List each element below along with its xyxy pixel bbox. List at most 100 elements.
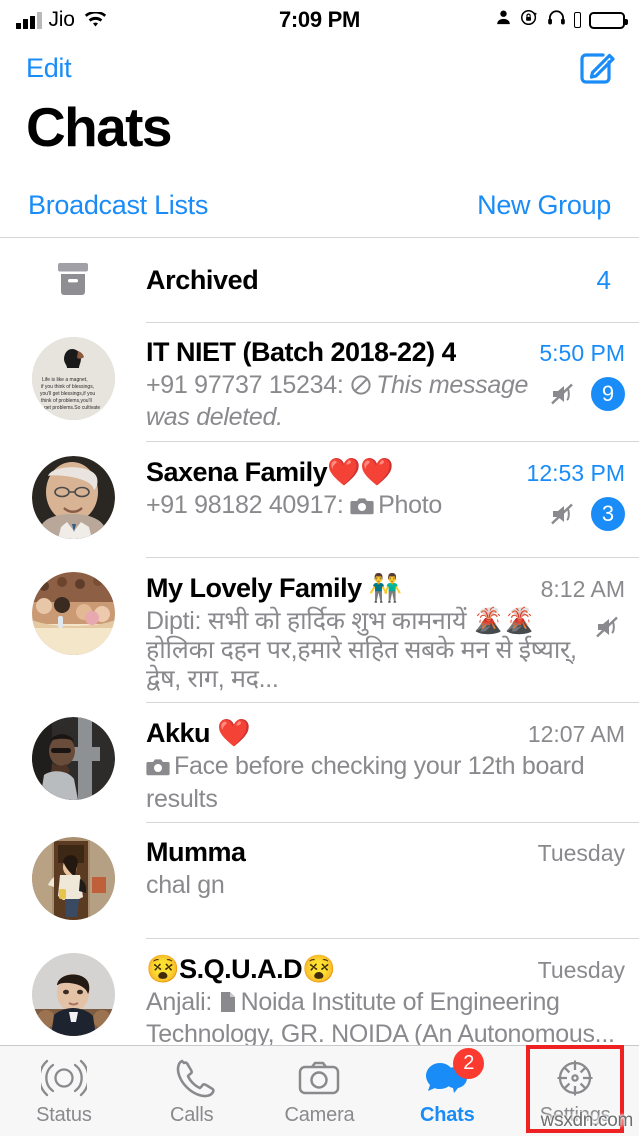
chat-timestamp: 5:50 PM <box>539 340 625 366</box>
chat-list[interactable]: Archived 4 Life is like a magnet, if you… <box>0 238 639 1045</box>
chat-timestamp: 12:07 AM <box>527 721 625 748</box>
chat-preview: chal gn <box>146 870 225 899</box>
chat-title-row: Akku ❤️ 12:07 AM <box>146 717 625 749</box>
svg-text:think of problems,you'll: think of problems,you'll <box>41 398 92 404</box>
chat-timestamp: Tuesday <box>537 839 625 866</box>
status-bar-left: Jio <box>16 8 107 32</box>
chat-title-row: Mumma Tuesday <box>146 837 625 868</box>
chat-list-item[interactable]: Akku ❤️ 12:07 AM Face before checking yo… <box>0 703 639 822</box>
chat-preview-row: +91 97737 15234: This message was delete… <box>146 371 625 433</box>
watermark: wsxdn.com <box>540 1110 634 1131</box>
chat-content: 😵S.Q.U.A.D😵 Tuesday Anjali: Noida Instit… <box>146 939 639 1045</box>
preview-sender: +91 97737 15234: <box>146 371 344 399</box>
chat-title: 😵S.Q.U.A.D😵 <box>146 953 336 984</box>
chat-title: Akku ❤️ <box>146 718 251 749</box>
page-title-area: Chats <box>0 96 639 174</box>
avatar <box>31 952 115 1036</box>
avatar <box>31 455 115 539</box>
chat-timestamp: 12:53 PM <box>526 459 625 486</box>
archived-label: Archived <box>146 264 259 295</box>
chat-list-item[interactable]: Mumma Tuesday chal gn <box>0 822 639 938</box>
rotation-lock-icon <box>520 9 539 31</box>
chats-tab-badge: 2 <box>453 1048 485 1079</box>
tab-status[interactable]: Status <box>0 1046 128 1136</box>
tab-camera[interactable]: Camera <box>256 1046 384 1136</box>
chat-title: Mumma <box>146 836 246 867</box>
mute-icon <box>550 502 580 526</box>
carrier-label: Jio <box>48 8 75 31</box>
chat-content: Mumma Tuesday chal gn <box>146 823 639 913</box>
edit-button[interactable]: Edit <box>26 53 72 84</box>
preview-sender: +91 98182 40917: <box>146 490 344 519</box>
svg-text:if you think of blessings,: if you think of blessings, <box>41 384 94 390</box>
chat-title-row: IT NIET (Batch 2018-22) 4 5:50 PM <box>146 337 625 368</box>
unread-badge: 9 <box>591 377 625 411</box>
avatar-container <box>0 823 146 920</box>
preview-text: Noida Institute of Engineering Technolog… <box>146 987 615 1045</box>
avatar-container <box>0 703 146 801</box>
avatar-container <box>0 558 146 655</box>
chat-content: Akku ❤️ 12:07 AM Face before checking yo… <box>146 703 639 822</box>
archived-row[interactable]: Archived 4 <box>0 238 639 322</box>
chat-title: My Lovely Family 👬 <box>146 572 402 603</box>
archived-body: Archived 4 <box>146 265 639 296</box>
preview-text: Face before checking your 12th board res… <box>146 752 585 813</box>
preview-text: Photo <box>378 490 442 519</box>
chat-content: Saxena Family❤️❤️ 12:53 PM +91 98182 409… <box>146 442 639 539</box>
chat-preview: +91 97737 15234: This message was delete… <box>146 371 550 433</box>
headphone-battery-icon <box>574 12 581 28</box>
chat-title-row: My Lovely Family 👬 8:12 AM <box>146 572 625 604</box>
chat-title: IT NIET (Batch 2018-22) 4 <box>146 337 457 367</box>
nav-bar: Edit <box>0 40 639 96</box>
signal-bars-icon <box>16 12 42 29</box>
avatar-container <box>0 939 146 1036</box>
svg-text:you'll get blessings,if you: you'll get blessings,if you <box>40 391 95 397</box>
blocked-circle-icon <box>350 374 372 403</box>
avatar <box>31 571 115 655</box>
svg-text:get problems.So cultivate: get problems.So cultivate <box>44 405 100 411</box>
preview-sender: Anjali: <box>146 987 212 1016</box>
avatar <box>31 836 115 920</box>
chat-meta <box>595 607 625 641</box>
wifi-icon <box>84 10 107 29</box>
chat-content: IT NIET (Batch 2018-22) 4 5:50 PM +91 97… <box>146 323 639 441</box>
chat-preview-row: chal gn <box>146 871 625 905</box>
tab-calls[interactable]: Calls <box>128 1046 256 1136</box>
chat-preview-row: +91 98182 40917: Photo 3 <box>146 491 625 531</box>
whatsapp-chats-screen: Jio 7:09 PM Edit Chats Broadcast Lists N… <box>0 0 639 1136</box>
page-title: Chats <box>26 96 172 158</box>
preview-text: सभी को हार्दिक शुभ कामनायें 🌋🌋होलिका दहन… <box>146 606 577 694</box>
chat-preview-row: Dipti: सभी को हार्दिक शुभ कामनायें 🌋🌋होल… <box>146 607 625 695</box>
chat-preview: +91 98182 40917: Photo <box>146 491 550 523</box>
gear-icon <box>552 1055 598 1101</box>
new-group-button[interactable]: New Group <box>477 190 611 221</box>
headphones-icon <box>547 9 566 31</box>
chat-meta: 9 <box>550 371 625 411</box>
tab-label: Camera <box>284 1104 355 1126</box>
unread-badge: 3 <box>591 496 625 531</box>
avatar-container: Life is like a magnet, if you think of b… <box>0 323 146 420</box>
person-icon <box>495 9 512 31</box>
tab-label: Chats <box>420 1104 475 1126</box>
broadcast-lists-button[interactable]: Broadcast Lists <box>28 190 208 221</box>
chat-title-row: Saxena Family❤️❤️ 12:53 PM <box>146 456 625 488</box>
chat-list-item[interactable]: Life is like a magnet, if you think of b… <box>0 323 639 441</box>
chat-preview: Anjali: Noida Institute of Engineering T… <box>146 988 625 1045</box>
camera-icon <box>296 1055 342 1101</box>
preview-sender: Dipti: <box>146 606 202 635</box>
chat-title: Saxena Family❤️❤️ <box>146 456 394 487</box>
tab-label: Calls <box>169 1104 214 1126</box>
avatar-container <box>0 442 146 539</box>
phone-icon <box>169 1055 215 1101</box>
chat-list-item[interactable]: My Lovely Family 👬 8:12 AM Dipti: सभी को… <box>0 557 639 703</box>
tab-label: Status <box>36 1104 92 1126</box>
avatar: Life is like a magnet, if you think of b… <box>31 337 115 420</box>
chat-list-item[interactable]: Saxena Family❤️❤️ 12:53 PM +91 98182 409… <box>0 441 639 557</box>
chat-list-item[interactable]: 😵S.Q.U.A.D😵 Tuesday Anjali: Noida Instit… <box>0 938 639 1045</box>
svg-text:Life is like a magnet,: Life is like a magnet, <box>42 377 88 383</box>
avatar <box>31 717 115 801</box>
mute-icon <box>595 615 625 639</box>
compose-pencil-icon[interactable] <box>577 48 617 88</box>
tab-chats[interactable]: 2 Chats <box>383 1046 511 1136</box>
header-actions: Broadcast Lists New Group <box>0 174 639 238</box>
